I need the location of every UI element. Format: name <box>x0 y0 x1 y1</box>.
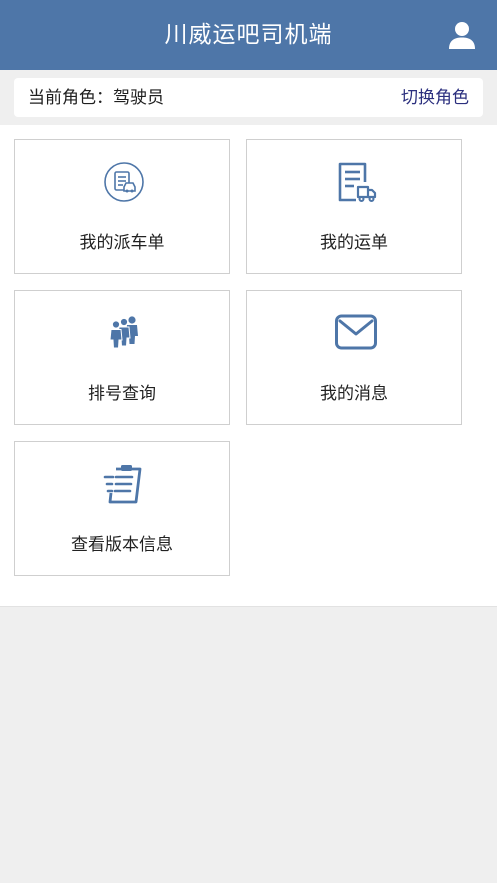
current-role-label: 当前角色：驾驶员 <box>28 88 164 108</box>
role-bar: 当前角色：驾驶员 切换角色 <box>14 78 483 117</box>
menu-tile-label: 查看版本信息 <box>71 535 173 555</box>
user-icon[interactable] <box>446 19 478 51</box>
clipboard-list-icon <box>103 465 142 504</box>
waybill-icon <box>338 162 377 202</box>
menu-tile-messages[interactable]: 我的消息 <box>246 290 462 425</box>
mail-icon <box>335 314 377 350</box>
app-title: 川威运吧司机端 <box>164 22 333 48</box>
menu-tile-label: 排号查询 <box>88 384 156 404</box>
queue-people-icon <box>109 316 138 349</box>
menu-tile-waybills[interactable]: 我的运单 <box>246 139 462 274</box>
menu-tile-version-info[interactable]: 查看版本信息 <box>14 441 230 576</box>
menu-panel: 我的派车单 我的运单 排号查询 我的消息 查看版本信息 <box>0 125 497 607</box>
menu-tile-dispatch-orders[interactable]: 我的派车单 <box>14 139 230 274</box>
dispatch-order-icon <box>104 162 144 202</box>
app-header: 川威运吧司机端 <box>0 0 497 70</box>
menu-tile-label: 我的消息 <box>320 384 388 404</box>
switch-role-link[interactable]: 切换角色 <box>401 87 469 109</box>
menu-tile-label: 我的派车单 <box>79 233 165 253</box>
menu-tile-queue-lookup[interactable]: 排号查询 <box>14 290 230 425</box>
menu-tile-label: 我的运单 <box>320 233 388 253</box>
